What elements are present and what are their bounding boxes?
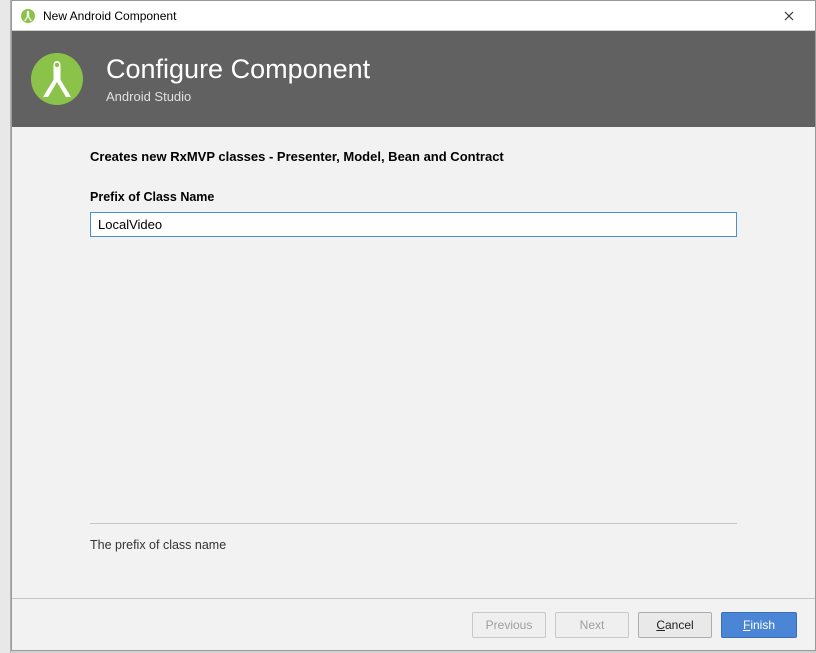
field-label: Prefix of Class Name bbox=[90, 190, 737, 204]
dialog-window: New Android Component Configure Componen… bbox=[11, 0, 816, 651]
description-text: Creates new RxMVP classes - Presenter, M… bbox=[90, 149, 737, 164]
help-text: The prefix of class name bbox=[90, 538, 737, 552]
divider bbox=[90, 523, 737, 524]
banner: Configure Component Android Studio bbox=[12, 31, 815, 127]
finish-button[interactable]: Finish bbox=[721, 612, 797, 638]
banner-subheading: Android Studio bbox=[106, 89, 370, 104]
android-studio-icon bbox=[20, 8, 36, 24]
banner-text: Configure Component Android Studio bbox=[106, 54, 370, 103]
banner-heading: Configure Component bbox=[106, 54, 370, 85]
previous-button: Previous bbox=[472, 612, 546, 638]
titlebar: New Android Component bbox=[12, 1, 815, 31]
footer: Previous Next Cancel Finish bbox=[12, 598, 815, 650]
window-title: New Android Component bbox=[43, 9, 769, 23]
close-button[interactable] bbox=[769, 2, 809, 30]
content-area: Creates new RxMVP classes - Presenter, M… bbox=[12, 127, 815, 598]
next-button: Next bbox=[555, 612, 629, 638]
spacer bbox=[90, 237, 737, 523]
background-sliver bbox=[0, 0, 11, 653]
android-studio-icon bbox=[30, 52, 84, 106]
prefix-input[interactable] bbox=[90, 212, 737, 237]
spacer bbox=[90, 552, 737, 588]
cancel-button[interactable]: Cancel bbox=[638, 612, 712, 638]
